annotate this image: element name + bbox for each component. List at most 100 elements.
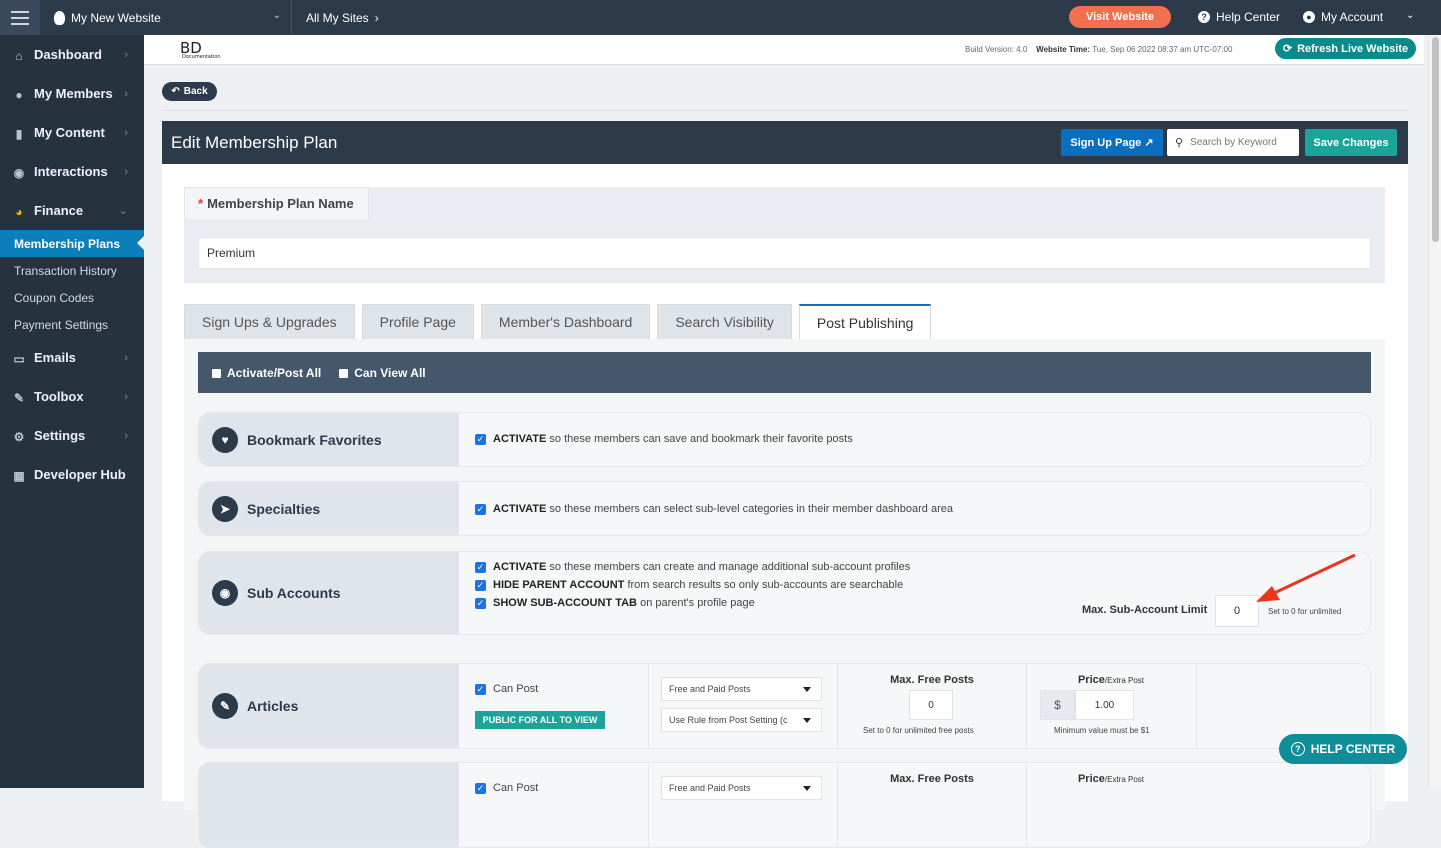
menu-icon[interactable] (0, 0, 40, 35)
sidebar-sub-transaction-history[interactable]: Transaction History (0, 257, 144, 284)
tab-post-publishing[interactable]: Post Publishing (798, 304, 932, 339)
red-arrow-annotation (1256, 553, 1356, 602)
scrollbar[interactable] (1428, 35, 1441, 788)
my-account-label: My Account (1321, 10, 1384, 24)
back-button[interactable]: ↶ Back (162, 82, 217, 101)
tab-sign-ups[interactable]: Sign Ups & Upgrades (184, 304, 355, 339)
help-center-link[interactable]: ? Help Center (1198, 10, 1280, 24)
plan-name-label-text: Membership Plan Name (207, 196, 354, 211)
feature-row: ✎ Articles ✓ Can Post PUBLIC FOR ALL TO VI… (198, 663, 1371, 749)
view-all-checkbox[interactable]: Can View All (339, 366, 426, 380)
site-selector[interactable]: My New Website ⌄ (40, 0, 292, 35)
feature-label (199, 763, 459, 847)
feature-label: ◉ Sub Accounts (199, 552, 459, 634)
scrollbar-thumb[interactable] (1432, 37, 1439, 242)
tab-profile-page[interactable]: Profile Page (361, 304, 474, 339)
save-changes-button[interactable]: Save Changes (1305, 129, 1397, 156)
all-sites-link[interactable]: All My Sites › (292, 11, 379, 25)
sidebar-item-developer-hub[interactable]: ▦ Developer Hub (0, 455, 144, 494)
checkbox-icon (339, 368, 349, 378)
page-title: Edit Membership Plan (171, 132, 338, 152)
caret-down-icon (803, 687, 811, 696)
post-type-select[interactable]: Free and Paid Posts (661, 776, 822, 800)
subaccount-activate-option[interactable]: ✓ ACTIVATE so these members can create an… (475, 561, 910, 573)
time-value: Tue, Sep 06 2022 08:37 am UTC-07:00 (1092, 45, 1233, 54)
folder-icon: ▮ (15, 126, 23, 141)
feature-row: ➤ Specialties ✓ ACTIVATE so these members … (198, 481, 1371, 536)
can-post-option[interactable]: ✓ Can Post (475, 683, 538, 695)
refresh-label: Refresh Live Website (1297, 42, 1409, 55)
build-value: 4.0 (1016, 45, 1028, 54)
sidebar-item-toolbox[interactable]: ✎ Toolbox › (0, 377, 144, 416)
tab-search-visibility[interactable]: Search Visibility (657, 304, 792, 339)
checkbox-checked-icon[interactable]: ✓ (475, 598, 486, 609)
sidebar-item-settings[interactable]: ⚙ Settings › (0, 416, 144, 455)
sidebar-item-finance[interactable]: ◕ Finance ⌄ (0, 191, 144, 230)
help-center-label: HELP CENTER (1310, 742, 1396, 756)
sidebar-item-members[interactable]: ● My Members › (0, 74, 144, 113)
feature-row: ◉ Sub Accounts ✓ ACTIVATE so these members… (198, 551, 1371, 635)
search-box[interactable]: ⚲ (1167, 129, 1299, 156)
search-input[interactable] (1190, 137, 1291, 148)
post-type-select[interactable]: Free and Paid Posts (661, 677, 822, 701)
plan-name-label: * Membership Plan Name (184, 187, 369, 219)
price-heading: Price/Extra Post (1028, 674, 1194, 686)
sidebar-item-label: My Members (34, 86, 113, 101)
checkbox-checked-icon[interactable]: ✓ (475, 783, 486, 794)
heart-icon: ♥ (212, 426, 238, 453)
option-text: from search results so only sub-accounts… (624, 579, 904, 591)
sidebar-item-emails[interactable]: ▭ Emails › (0, 338, 144, 377)
sidebar-item-label: Finance (34, 203, 84, 218)
sidebar: ⌂ Dashboard › ● My Members › ▮ My Content › ◉ I… (0, 35, 144, 788)
refresh-live-website-button[interactable]: ⟳ Refresh Live Website (1275, 38, 1416, 59)
select-value: Free and Paid Posts (669, 684, 751, 694)
chevron-down-icon[interactable]: ⌄ (1406, 10, 1414, 21)
site-name: My New Website (71, 10, 161, 25)
price-input[interactable]: 1.00 (1075, 690, 1134, 720)
checkbox-checked-icon[interactable]: ✓ (475, 562, 486, 573)
show-tab-option[interactable]: ✓ SHOW SUB-ACCOUNT TAB on parent's profil… (475, 597, 755, 609)
my-account-menu[interactable]: ● My Account (1303, 10, 1383, 24)
max-free-posts-input[interactable]: 0 (909, 690, 953, 720)
tab-members-dashboard[interactable]: Member's Dashboard (480, 304, 651, 339)
column-divider (1026, 664, 1027, 748)
build-info: Build Version: 4.0 Website Time: Tue, Se… (965, 45, 1232, 54)
plan-name-input[interactable]: Premium (198, 237, 1371, 269)
column-divider (1196, 664, 1197, 748)
option-bold: ACTIVATE (493, 561, 547, 573)
time-label: Website Time: (1036, 45, 1091, 54)
checkbox-checked-icon[interactable]: ✓ (475, 684, 486, 695)
sidebar-sub-coupon-codes[interactable]: Coupon Codes (0, 284, 144, 311)
option-bold: ACTIVATE (493, 503, 547, 515)
sidebar-item-label: Dashboard (34, 47, 102, 62)
sidebar-item-dashboard[interactable]: ⌂ Dashboard › (0, 35, 144, 74)
checkbox-checked-icon[interactable]: ✓ (475, 434, 486, 445)
pie-chart-icon: ◕ (15, 204, 23, 219)
public-visibility-button[interactable]: PUBLIC FOR ALL TO VIEW (475, 711, 605, 729)
bookmark-activate-option[interactable]: ✓ ACTIVATE so these members can save and … (475, 433, 853, 445)
sign-up-page-button[interactable]: Sign Up Page ↗ (1061, 129, 1163, 156)
select-value: Free and Paid Posts (669, 783, 751, 793)
post-rule-select[interactable]: Use Rule from Post Setting (c (661, 708, 822, 732)
option-bold: SHOW SUB-ACCOUNT TAB (493, 597, 638, 609)
chevron-down-icon: ⌄ (118, 205, 128, 217)
site-logo[interactable]: BD Documentation (180, 39, 240, 61)
tab-bar: Sign Ups & Upgrades Profile Page Member'… (184, 304, 932, 339)
all-sites-label: All My Sites (306, 10, 369, 25)
visit-website-button[interactable]: Visit Website (1069, 6, 1171, 28)
sidebar-item-interactions[interactable]: ◉ Interactions › (0, 152, 144, 191)
specialties-activate-option[interactable]: ✓ ACTIVATE so these members can select su… (475, 503, 953, 515)
checkbox-checked-icon[interactable]: ✓ (475, 504, 486, 515)
bulk-actions-bar: Activate/Post All Can View All (198, 352, 1371, 393)
sidebar-sub-payment-settings[interactable]: Payment Settings (0, 311, 144, 338)
select-value: Use Rule from Post Setting (c (669, 715, 788, 725)
can-post-option[interactable]: ✓ Can Post (475, 782, 538, 794)
gear-icon: ⚙ (13, 429, 25, 444)
feature-title: Sub Accounts (247, 585, 341, 601)
help-center-button[interactable]: ? HELP CENTER (1279, 734, 1407, 764)
hide-parent-option[interactable]: ✓ HIDE PARENT ACCOUNT from search results… (475, 579, 903, 591)
checkbox-checked-icon[interactable]: ✓ (475, 580, 486, 591)
sidebar-sub-membership-plans[interactable]: Membership Plans (0, 230, 144, 257)
sidebar-item-content[interactable]: ▮ My Content › (0, 113, 144, 152)
activate-all-checkbox[interactable]: Activate/Post All (212, 366, 321, 380)
